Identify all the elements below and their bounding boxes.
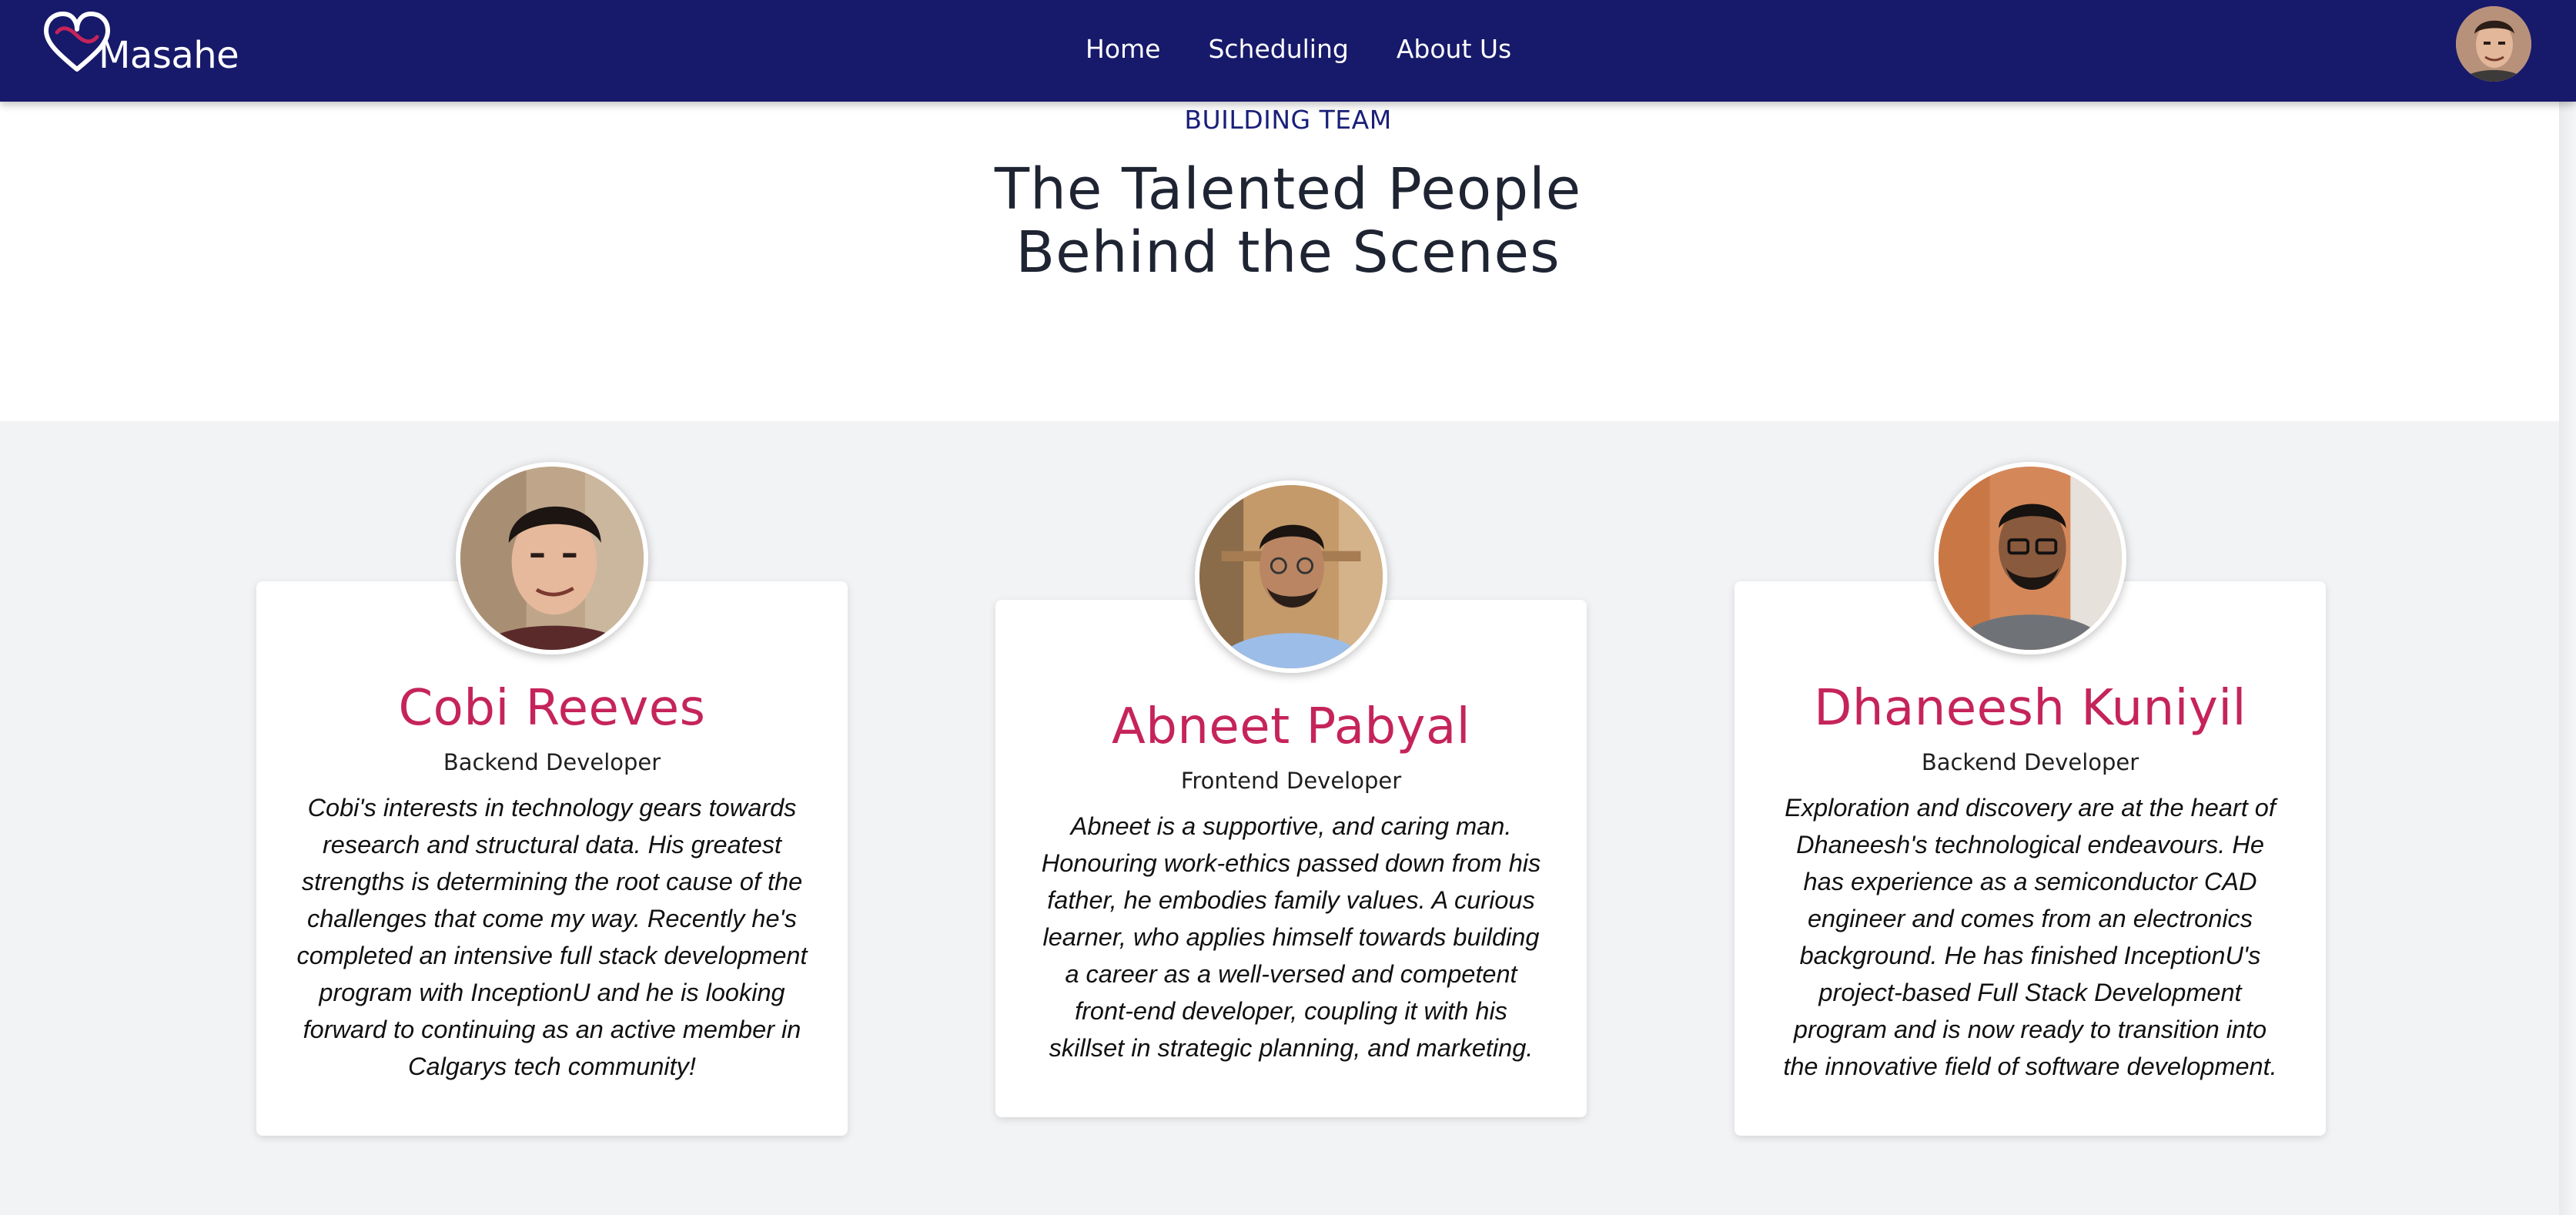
member-role: Backend Developer — [1921, 749, 2139, 775]
user-avatar[interactable] — [2456, 6, 2531, 82]
member-name: Dhaneesh Kuniyil — [1814, 680, 2246, 737]
member-role: Backend Developer — [443, 749, 661, 775]
member-bio: Exploration and discovery are at the hea… — [1783, 794, 2277, 1080]
main-nav: Home Scheduling About Us — [1086, 28, 1511, 69]
member-name: Cobi Reeves — [398, 680, 706, 737]
member-bio: Abneet is a supportive, and caring man. … — [1041, 812, 1541, 1062]
member-name: Abneet Pabyal — [1111, 698, 1471, 755]
nav-link-home[interactable]: Home — [1086, 34, 1160, 64]
page-title-line-2: Behind the Scenes — [1015, 219, 1561, 286]
member-bio: Cobi's interests in technology gears tow… — [296, 794, 808, 1080]
team-card: Abneet Pabyal Frontend Developer Abneet … — [995, 600, 1587, 1117]
brand-logo-link[interactable]: Masahe — [43, 9, 259, 86]
member-photo — [456, 462, 648, 654]
member-photo — [1934, 462, 2126, 654]
team-card: Dhaneesh Kuniyil Backend Developer Explo… — [1735, 581, 2326, 1136]
user-avatar-photo — [2456, 6, 2531, 82]
page-title-line-1: The Talented People — [994, 156, 1582, 223]
nav-link-about-us[interactable]: About Us — [1397, 34, 1511, 64]
team-card: Cobi Reeves Backend Developer Cobi's int… — [256, 581, 848, 1136]
brand-name: Masahe — [99, 34, 239, 77]
section-eyebrow: BUILDING TEAM — [1184, 105, 1392, 135]
page-scrollbar-track[interactable] — [2559, 102, 2576, 1215]
member-photo — [1195, 480, 1387, 673]
page-title: The Talented People Behind the Scenes — [0, 158, 2576, 284]
member-role: Frontend Developer — [1180, 768, 1402, 794]
nav-link-scheduling[interactable]: Scheduling — [1208, 34, 1348, 64]
top-navbar: Masahe Home Scheduling About Us — [0, 0, 2576, 102]
